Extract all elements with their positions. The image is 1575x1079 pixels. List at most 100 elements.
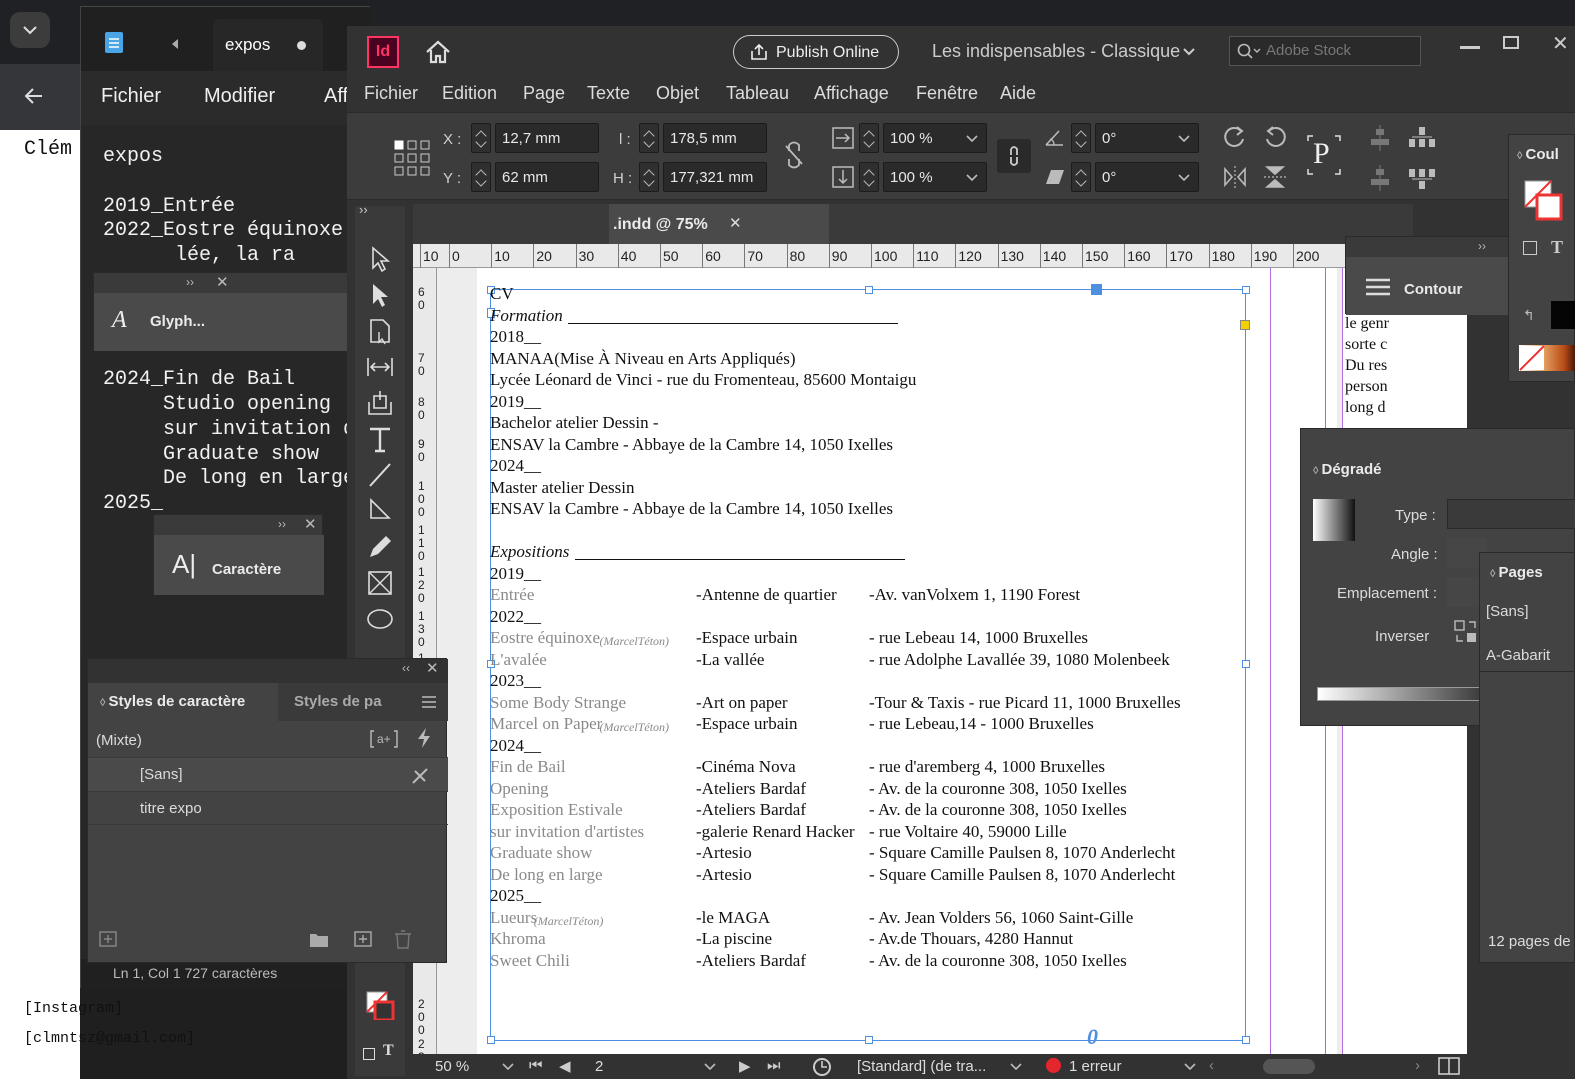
content-collector-icon[interactable] bbox=[365, 388, 395, 418]
page-tool-icon[interactable] bbox=[365, 316, 395, 346]
constrain-proportions-icon[interactable] bbox=[783, 141, 805, 169]
first-page-icon[interactable]: ⏮ bbox=[529, 1057, 543, 1074]
adobe-stock-search[interactable]: Adobe Stock bbox=[1229, 36, 1421, 66]
glyph-panel-body[interactable]: A Glyph... bbox=[94, 293, 349, 351]
flip-horizontal-icon[interactable] bbox=[1221, 163, 1249, 191]
frame-handle-bl[interactable] bbox=[487, 1036, 495, 1044]
frame-handle-br[interactable] bbox=[1242, 1036, 1250, 1044]
maximize-button[interactable] bbox=[1503, 36, 1519, 49]
pencil-tool-icon[interactable] bbox=[365, 532, 395, 562]
menu-fenetre[interactable]: Fenêtre bbox=[916, 83, 978, 104]
email-link[interactable]: [clmntsz@gmail.com] bbox=[24, 1030, 195, 1047]
delete-style-icon[interactable] bbox=[392, 929, 414, 949]
width-stepper[interactable] bbox=[639, 123, 659, 153]
shear-dropdown-icon[interactable] bbox=[1177, 173, 1191, 183]
pages-master-none[interactable]: [Sans] bbox=[1486, 603, 1529, 620]
menu-aide[interactable]: Aide bbox=[1000, 83, 1036, 104]
fill-stroke-swatch-icon[interactable] bbox=[365, 990, 395, 1020]
clear-override-icon[interactable] bbox=[410, 766, 430, 786]
new-style-icon[interactable] bbox=[352, 929, 374, 949]
frame-handle-bottom[interactable] bbox=[865, 1036, 873, 1044]
folder-icon[interactable] bbox=[308, 929, 330, 949]
color-text-icon[interactable]: T bbox=[1551, 237, 1563, 258]
scale-x-stepper[interactable] bbox=[859, 123, 879, 153]
gradient-type-select[interactable] bbox=[1447, 499, 1575, 529]
scroll-left-icon[interactable]: ‹ bbox=[1209, 1057, 1214, 1074]
formatting-text-icon[interactable]: T bbox=[383, 1042, 394, 1060]
menu-page[interactable]: Page bbox=[523, 83, 565, 104]
load-styles-icon[interactable] bbox=[98, 929, 120, 949]
panel-menu-icon[interactable] bbox=[420, 695, 438, 709]
scale-x-dropdown-icon[interactable] bbox=[965, 134, 979, 144]
frame-handle-right[interactable] bbox=[1242, 660, 1250, 668]
menu-objet[interactable]: Objet bbox=[656, 83, 699, 104]
lightning-icon[interactable] bbox=[416, 727, 432, 749]
horizontal-scrollbar-thumb[interactable] bbox=[1263, 1059, 1315, 1074]
x-input[interactable]: 12,7 mm bbox=[495, 123, 599, 153]
glyph-close-icon[interactable]: ✕ bbox=[216, 273, 229, 291]
rotate-dropdown-icon[interactable] bbox=[1177, 134, 1191, 144]
menu-texte[interactable]: Texte bbox=[587, 83, 630, 104]
tab-character-styles[interactable]: ◊ Styles de caractère bbox=[88, 683, 278, 721]
flip-vertical-icon[interactable] bbox=[1261, 163, 1289, 191]
page-dropdown-icon[interactable] bbox=[703, 1062, 717, 1072]
paragraph-frame-button[interactable]: P bbox=[1307, 135, 1341, 175]
scroll-right-icon[interactable]: › bbox=[1415, 1057, 1420, 1074]
constrain-scale-button[interactable] bbox=[997, 139, 1031, 173]
character-styles-collapse-icon[interactable]: ‹‹ bbox=[402, 661, 410, 675]
close-window-icon[interactable]: ✕ bbox=[1552, 31, 1569, 56]
align-bottom-icon[interactable] bbox=[1367, 165, 1393, 191]
width-input[interactable]: 178,5 mm bbox=[663, 123, 767, 153]
selection-tool-icon[interactable] bbox=[365, 244, 395, 274]
menu-affichage[interactable]: Affichage bbox=[814, 83, 889, 104]
error-count[interactable]: 1 erreur bbox=[1069, 1058, 1122, 1075]
instagram-link[interactable]: [Instagram] bbox=[24, 1000, 123, 1017]
new-style-from-selection-icon[interactable]: a+ bbox=[370, 729, 398, 749]
next-page-icon[interactable]: ▶ bbox=[739, 1057, 751, 1075]
reverse-gradient-icon[interactable] bbox=[1453, 619, 1479, 645]
page-number-field[interactable]: 2 bbox=[595, 1058, 603, 1075]
rotate-clockwise-icon[interactable] bbox=[1221, 123, 1249, 151]
ellipse-tool-icon[interactable] bbox=[365, 604, 395, 634]
scale-y-dropdown-icon[interactable] bbox=[965, 173, 979, 183]
menu-fichier[interactable]: Fichier bbox=[364, 83, 418, 104]
document-tab[interactable]: .indd @ 75% ✕ bbox=[609, 204, 829, 244]
document-tab-close-icon[interactable]: ✕ bbox=[729, 214, 742, 232]
gradient-preview-swatch[interactable] bbox=[1313, 499, 1355, 541]
zoom-dropdown-icon[interactable] bbox=[501, 1062, 515, 1072]
notepad-tab[interactable]: expos bbox=[213, 19, 323, 71]
home-icon[interactable] bbox=[423, 38, 453, 66]
caractere-collapse-icon[interactable]: ›› bbox=[278, 517, 286, 531]
frame-handle-top-filled[interactable] bbox=[1091, 284, 1102, 295]
caractere-close-icon[interactable]: ✕ bbox=[304, 515, 317, 533]
line-tool-icon[interactable] bbox=[365, 460, 395, 490]
height-stepper[interactable] bbox=[639, 162, 659, 192]
style-row-titre-expo[interactable]: titre expo bbox=[88, 791, 448, 825]
tab-paragraph-styles[interactable]: Styles de pa bbox=[278, 683, 448, 721]
y-stepper[interactable] bbox=[471, 162, 491, 192]
none-swatch-icon[interactable] bbox=[1519, 345, 1545, 371]
style-row-sans[interactable]: [Sans] bbox=[88, 757, 448, 791]
align-top-icon[interactable] bbox=[1367, 125, 1393, 151]
reference-point-icon[interactable] bbox=[393, 139, 433, 179]
x-stepper[interactable] bbox=[471, 123, 491, 153]
prev-page-icon[interactable]: ◀ bbox=[559, 1057, 571, 1075]
toolbox-expand-icon[interactable]: ›› bbox=[359, 202, 368, 217]
glyph-collapse-icon[interactable]: ›› bbox=[186, 275, 194, 289]
zoom-level[interactable]: 50 % bbox=[435, 1058, 469, 1075]
tab-scroll-left-icon[interactable] bbox=[169, 37, 181, 51]
distribute-icon[interactable] bbox=[1407, 125, 1437, 151]
shear-stepper[interactable] bbox=[1071, 162, 1091, 192]
color-swatch-black[interactable] bbox=[1551, 301, 1575, 329]
workspace-switcher[interactable]: Les indispensables - Classique bbox=[932, 41, 1180, 62]
scale-y-stepper[interactable] bbox=[859, 162, 879, 192]
color-reset-icon[interactable]: ↰ bbox=[1523, 307, 1535, 324]
menu-tableau[interactable]: Tableau bbox=[726, 83, 789, 104]
formatting-container-icon[interactable] bbox=[363, 1048, 375, 1060]
caractere-panel-body[interactable]: A| Caractère bbox=[154, 535, 324, 595]
rectangle-frame-tool-icon[interactable] bbox=[365, 568, 395, 598]
live-corner-handle[interactable] bbox=[1240, 320, 1250, 330]
errors-dropdown-icon[interactable] bbox=[1183, 1062, 1197, 1072]
character-styles-close-icon[interactable]: ✕ bbox=[426, 659, 439, 677]
publish-online-button[interactable]: Publish Online bbox=[733, 35, 899, 69]
